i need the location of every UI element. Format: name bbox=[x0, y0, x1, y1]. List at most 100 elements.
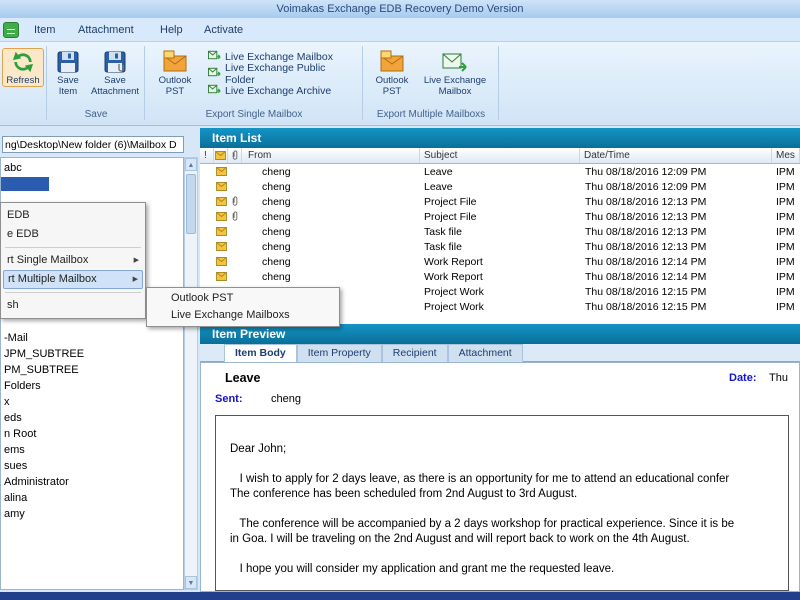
outlook-pst-multiple-button[interactable]: Outlook PST bbox=[368, 48, 416, 98]
context-menu-item[interactable]: rt Multiple Mailbox ▶ bbox=[3, 270, 143, 289]
tree-item[interactable]: ems bbox=[1, 442, 183, 458]
tree-item[interactable]: alina bbox=[1, 490, 183, 506]
body-line bbox=[230, 502, 780, 517]
tree-item[interactable]: Folders bbox=[1, 378, 183, 394]
item-date: Thu 08/18/2016 12:15 PM bbox=[585, 300, 707, 313]
live-exchange-icon bbox=[208, 49, 221, 64]
app-menu-icon[interactable] bbox=[3, 22, 19, 38]
item-row[interactable]: cheng Task file Thu 08/18/2016 12:13 PM IPM bbox=[200, 239, 800, 254]
attachment-icon bbox=[228, 269, 242, 284]
context-menu: EDB e EDB rt Single Mailbox ▶ rt Multiple Ma… bbox=[0, 202, 146, 319]
item-subject: Project Work bbox=[424, 285, 484, 298]
scroll-down-icon[interactable]: ▼ bbox=[185, 576, 197, 589]
save-group-label: Save bbox=[84, 109, 108, 120]
col-importance[interactable]: ! bbox=[200, 148, 214, 163]
item-date: Thu 08/18/2016 12:13 PM bbox=[585, 225, 707, 238]
tab-activate[interactable]: Activate bbox=[196, 21, 251, 39]
submenu-item[interactable]: Outlook PST bbox=[149, 290, 337, 307]
refresh-button[interactable]: Refresh bbox=[2, 48, 44, 87]
tab-item-body[interactable]: Item Body bbox=[224, 344, 297, 362]
title-bar[interactable]: Voimakas Exchange EDB Recovery Demo Vers… bbox=[0, 0, 800, 18]
menu-item-label: rt Multiple Mailbox bbox=[8, 273, 97, 285]
item-row[interactable]: cheng Leave Thu 08/18/2016 12:09 PM IPM bbox=[200, 164, 800, 179]
tab-item-property[interactable]: Item Property bbox=[296, 344, 382, 362]
item-class: IPM bbox=[776, 165, 795, 178]
body-line: The conference has been scheduled from 2… bbox=[230, 488, 578, 500]
menu-item-label: e EDB bbox=[7, 228, 39, 240]
menu-bar: Item Attachment Help Activate bbox=[0, 18, 800, 42]
col-from[interactable]: From bbox=[242, 148, 420, 163]
tree-item[interactable]: eds bbox=[1, 410, 183, 426]
outlook-pst-single-button[interactable]: Outlook PST bbox=[148, 48, 202, 98]
body-line: in Goa. I will be traveling on the 2nd A… bbox=[230, 533, 690, 545]
importance-cell bbox=[200, 209, 214, 224]
refresh-label: Refresh bbox=[6, 75, 40, 86]
body-line: The conference will be accompanied by a … bbox=[230, 518, 735, 530]
importance-cell bbox=[200, 194, 214, 209]
item-from: cheng bbox=[262, 255, 291, 268]
export-single-buttons: Live Exchange Mailbox Live Exchange Publi… bbox=[206, 48, 358, 99]
item-row[interactable]: cheng Leave Thu 08/18/2016 12:09 PM IPM bbox=[200, 179, 800, 194]
col-mail-icon[interactable] bbox=[214, 148, 228, 163]
tree-item[interactable]: abc bbox=[1, 160, 183, 176]
body-line bbox=[230, 547, 780, 562]
item-from: cheng bbox=[262, 240, 291, 253]
scroll-thumb[interactable] bbox=[186, 174, 196, 234]
live-exchange-mailbox-icon bbox=[442, 49, 468, 75]
item-from: cheng bbox=[262, 195, 291, 208]
col-message-class[interactable]: Mes bbox=[772, 148, 800, 163]
submenu-item[interactable]: Live Exchange Mailboxs bbox=[149, 307, 337, 324]
save-icon bbox=[57, 49, 79, 75]
context-menu-item[interactable]: rt Single Mailbox ▶ bbox=[3, 251, 143, 270]
save-attachment-button[interactable]: Save Attachment bbox=[88, 48, 142, 98]
col-datetime[interactable]: Date/Time bbox=[580, 148, 772, 163]
refresh-icon bbox=[12, 49, 34, 75]
preview-tabs: Item Body Item Property Recipient Attach… bbox=[200, 344, 800, 362]
tab-recipient[interactable]: Recipient bbox=[381, 344, 448, 362]
tab-help[interactable]: Help bbox=[152, 21, 191, 39]
tab-attachment[interactable]: Attachment bbox=[447, 344, 523, 362]
col-attachment-icon[interactable] bbox=[228, 148, 242, 163]
tree-item[interactable]: x bbox=[1, 394, 183, 410]
col-subject[interactable]: Subject bbox=[420, 148, 580, 163]
item-row[interactable]: cheng Work Report Thu 08/18/2016 12:14 PM I… bbox=[200, 254, 800, 269]
live-exchange-mailbox-label: Live Exchange Mailbox bbox=[423, 75, 487, 97]
item-from: cheng bbox=[262, 225, 291, 238]
tab-item[interactable]: Item bbox=[26, 21, 63, 39]
tree-item[interactable]: JPM_SUBTREE bbox=[1, 346, 183, 362]
body-line: I hope you will consider my application … bbox=[230, 563, 615, 575]
mail-icon bbox=[214, 269, 228, 284]
item-row[interactable]: cheng Task file Thu 08/18/2016 12:13 PM IPM bbox=[200, 224, 800, 239]
item-subject: Leave bbox=[424, 180, 453, 193]
tree-item[interactable]: -Mail bbox=[1, 330, 183, 346]
mail-icon bbox=[214, 209, 228, 224]
save-item-button[interactable]: Save Item bbox=[50, 48, 86, 98]
menu-separator bbox=[5, 247, 141, 248]
tree-item-selected[interactable] bbox=[1, 177, 49, 191]
tree-item[interactable]: n Root bbox=[1, 426, 183, 442]
ribbon-group-separator bbox=[362, 46, 363, 120]
scroll-up-icon[interactable]: ▲ bbox=[185, 158, 197, 171]
item-list-columns: ! From Subject Date/Time Mes bbox=[200, 148, 800, 164]
item-row[interactable]: cheng Project File Thu 08/18/2016 12:13 PM… bbox=[200, 194, 800, 209]
context-menu-item[interactable]: e EDB bbox=[3, 225, 143, 244]
tree-scrollbar[interactable]: ▲ ▼ bbox=[184, 157, 198, 590]
item-from: cheng bbox=[262, 270, 291, 283]
mail-icon bbox=[214, 224, 228, 239]
item-class: IPM bbox=[776, 300, 795, 313]
tree-item[interactable]: PM_SUBTREE bbox=[1, 362, 183, 378]
item-date: Thu 08/18/2016 12:15 PM bbox=[585, 285, 707, 298]
tree-item[interactable]: sues bbox=[1, 458, 183, 474]
item-subject: Work Report bbox=[424, 270, 483, 283]
item-row[interactable]: cheng Work Report Thu 08/18/2016 12:14 PM I… bbox=[200, 269, 800, 284]
item-subject: Project File bbox=[424, 195, 477, 208]
export-single-button[interactable]: Live Exchange Public Folder bbox=[206, 62, 358, 86]
tree-item[interactable]: Administrator bbox=[1, 474, 183, 490]
live-exchange-mailbox-button[interactable]: Live Exchange Mailbox bbox=[420, 48, 490, 98]
context-menu-item[interactable]: EDB bbox=[3, 206, 143, 225]
tab-attachment[interactable]: Attachment bbox=[70, 21, 142, 39]
item-row[interactable]: cheng Project File Thu 08/18/2016 12:13 PM… bbox=[200, 209, 800, 224]
tree-item[interactable]: amy bbox=[1, 506, 183, 522]
context-menu-item[interactable]: sh bbox=[3, 296, 143, 315]
path-input[interactable] bbox=[2, 136, 184, 153]
